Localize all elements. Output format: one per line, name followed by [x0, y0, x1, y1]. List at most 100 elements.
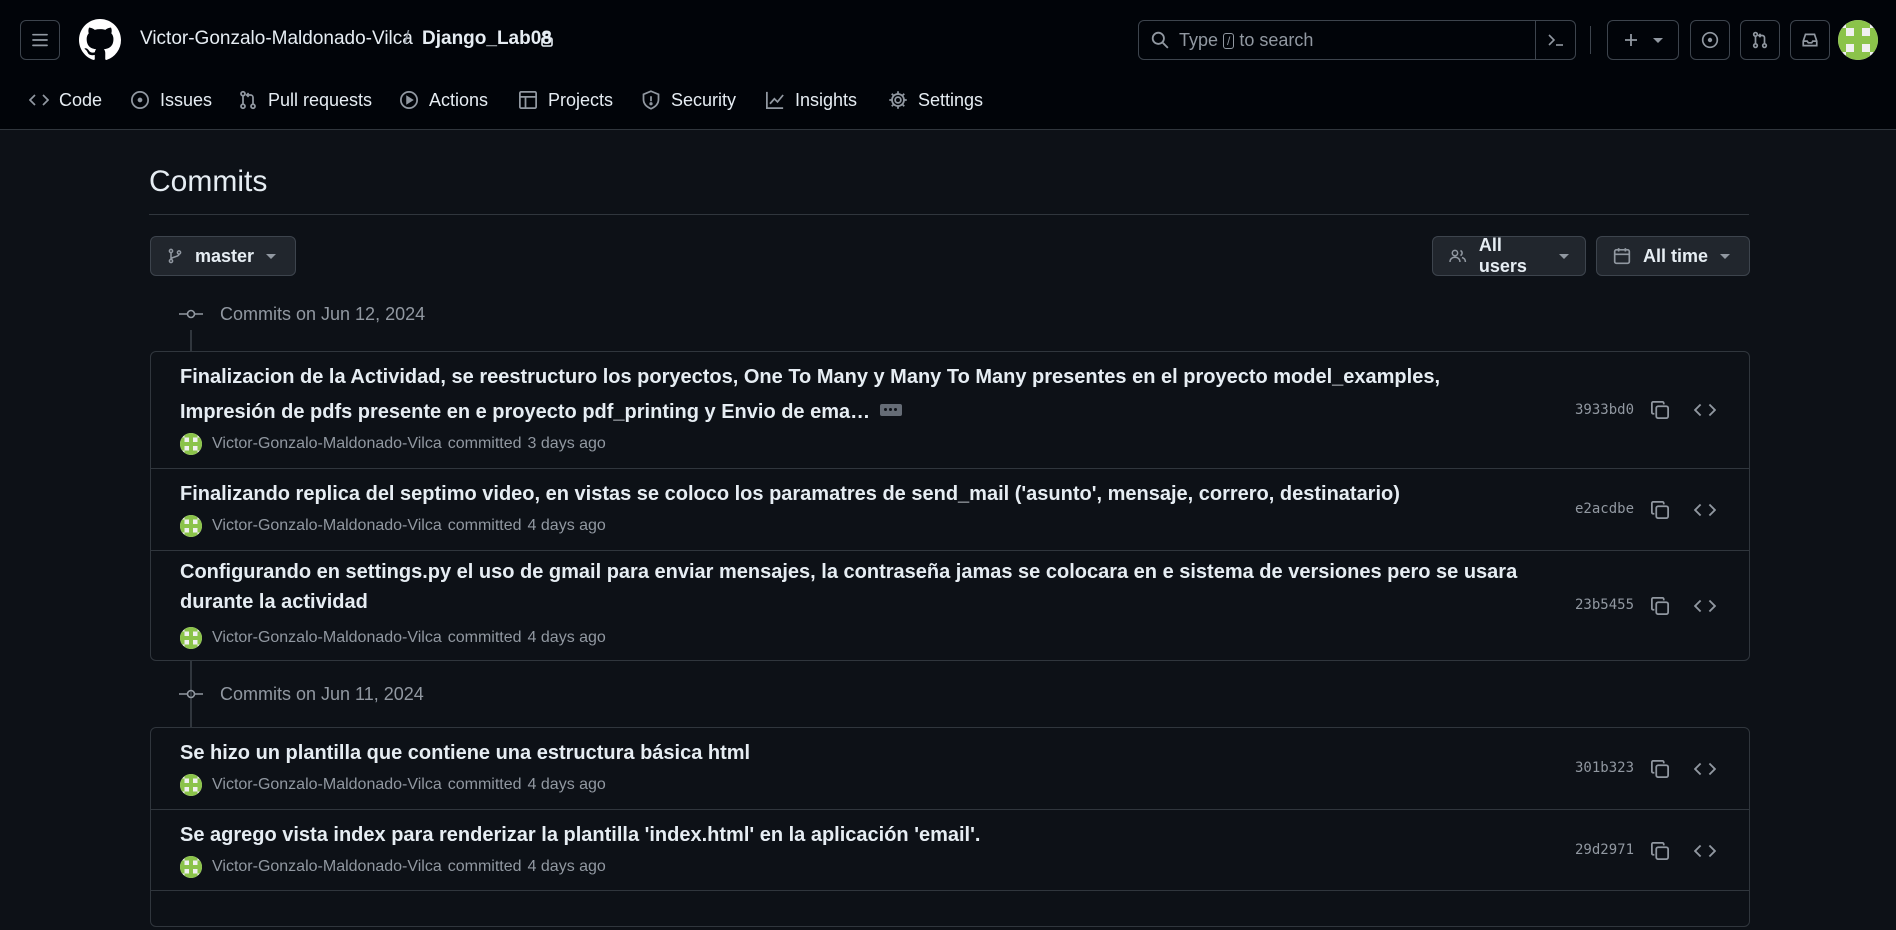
branch-selector-button[interactable]: master [150, 236, 296, 276]
timeline-connector [190, 330, 192, 352]
identicon-avatar-icon [180, 627, 202, 649]
commit-group-date: Commits on Jun 12, 2024 [220, 303, 426, 324]
git-pull-request-icon [240, 90, 256, 110]
tab-settings[interactable]: Settings [888, 88, 983, 112]
browse-files-icon[interactable] [1694, 401, 1716, 419]
commit-meta: Victor-Gonzalo-Maldonado-Vilca committed… [180, 515, 606, 537]
inbox-icon [1802, 33, 1818, 47]
commit-group-heading: Commits on Jun 11, 2024 [178, 682, 424, 706]
time-filter-button[interactable]: All time [1596, 236, 1750, 276]
copy-icon[interactable] [1650, 841, 1670, 861]
issues-button[interactable] [1690, 20, 1730, 60]
copy-icon[interactable] [1650, 596, 1670, 616]
author-link[interactable]: Victor-Gonzalo-Maldonado-Vilca [212, 858, 442, 876]
tab-projects[interactable]: Projects [518, 88, 613, 112]
inbox-button[interactable] [1790, 20, 1830, 60]
author-link[interactable]: Victor-Gonzalo-Maldonado-Vilca [212, 629, 442, 647]
commit-message-line[interactable]: Se agrego vista index para renderizar la… [180, 824, 980, 846]
commit-message[interactable]: Se agrego vista index para renderizar la… [180, 818, 1600, 853]
author-avatar[interactable] [180, 433, 202, 455]
author-avatar[interactable] [180, 515, 202, 537]
calendar-icon [1613, 248, 1631, 265]
issues-icon [1701, 31, 1719, 49]
chevron-down-icon [1720, 253, 1731, 259]
issue-opened-icon [131, 91, 149, 109]
commit-row: Finalizacion de la Actividad, se reestru… [151, 352, 1749, 468]
lock-icon [540, 31, 554, 47]
commit-time: 4 days ago [527, 858, 606, 875]
table-icon [519, 91, 537, 109]
browse-files-icon[interactable] [1694, 842, 1716, 860]
people-icon [1449, 249, 1467, 263]
chevron-down-icon [266, 253, 277, 259]
commit-message-line[interactable]: durante la actividad [180, 591, 368, 613]
browse-files-icon[interactable] [1694, 597, 1716, 615]
commit-message-line[interactable]: Se hizo un plantilla que contiene una es… [180, 742, 750, 764]
tab-security[interactable]: Security [641, 88, 736, 112]
commit-message-line[interactable]: Configurando en settings.py el uso de gm… [180, 561, 1517, 583]
breadcrumb-separator: / [404, 28, 410, 49]
author-avatar[interactable] [180, 856, 202, 878]
identicon-avatar-icon [1838, 20, 1878, 60]
commit-message-line[interactable]: Finalizando replica del septimo video, e… [180, 483, 1400, 505]
commit-message[interactable]: Configurando en settings.py el uso de gm… [180, 557, 1600, 617]
commit-time: 3 days ago [527, 435, 606, 452]
users-filter-button[interactable]: All users [1432, 235, 1586, 276]
tab-actions[interactable]: Actions [399, 88, 488, 112]
commit-sha-link[interactable]: 29d2971 [1575, 842, 1634, 858]
commit-message[interactable]: Se hizo un plantilla que contiene una es… [180, 736, 1600, 771]
author-link[interactable]: Victor-Gonzalo-Maldonado-Vilca [212, 517, 442, 535]
tab-code[interactable]: Code [29, 88, 102, 112]
git-commit-icon [179, 309, 203, 319]
command-palette-button[interactable] [1535, 21, 1575, 59]
pull-requests-button[interactable] [1740, 20, 1780, 60]
commit-row: Configurando en settings.py el uso de gm… [151, 550, 1749, 661]
copy-icon[interactable] [1650, 759, 1670, 779]
author-avatar[interactable] [180, 627, 202, 649]
search-icon [1151, 31, 1169, 49]
identicon-avatar-icon [180, 856, 202, 878]
commit-action: committed [447, 435, 522, 452]
commit-row: Se hizo un plantilla que contiene una es… [151, 728, 1749, 809]
commit-sha-link[interactable]: 3933bd0 [1575, 402, 1634, 418]
menu-button[interactable] [20, 20, 60, 60]
copy-icon[interactable] [1650, 400, 1670, 420]
author-link[interactable]: Victor-Gonzalo-Maldonado-Vilca [212, 776, 442, 794]
browse-files-icon[interactable] [1694, 501, 1716, 519]
create-new-button[interactable] [1607, 20, 1679, 60]
commit-message-line[interactable]: Finalizacion de la Actividad, se reestru… [180, 366, 1440, 388]
copy-icon[interactable] [1650, 500, 1670, 520]
github-logo-icon[interactable] [79, 19, 121, 61]
expand-message-button[interactable] [880, 403, 903, 416]
commit-meta: Victor-Gonzalo-Maldonado-Vilca committed… [180, 433, 606, 455]
tab-settings-label: Settings [918, 89, 984, 110]
search-input[interactable]: Type / to search [1138, 20, 1576, 60]
tab-projects-label: Projects [548, 89, 614, 110]
tab-insights-label: Insights [795, 89, 858, 110]
commit-meta: Victor-Gonzalo-Maldonado-Vilca committed… [180, 774, 606, 796]
chevron-down-icon [1559, 253, 1569, 259]
author-link[interactable]: Victor-Gonzalo-Maldonado-Vilca [212, 435, 442, 453]
tab-pull-requests[interactable]: Pull requests [238, 88, 372, 112]
repo-name-link[interactable]: Django_Lab08 [422, 28, 552, 50]
commit-sha-link[interactable]: 301b323 [1575, 760, 1634, 776]
commit-sha-link[interactable]: e2acdbe [1575, 501, 1634, 517]
commit-group-heading: Commits on Jun 12, 2024 [178, 302, 425, 326]
commit-message-line[interactable]: Impresión de pdfs presente en e proyecto… [180, 401, 870, 423]
search-placeholder-suffix: to search [1239, 30, 1314, 50]
tab-issues[interactable]: Issues [130, 88, 212, 112]
search-placeholder-prefix: Type [1179, 30, 1219, 50]
repo-owner-link[interactable]: Victor-Gonzalo-Maldonado-Vilca [140, 28, 413, 50]
commit-message[interactable]: Finalizando replica del septimo video, e… [180, 477, 1600, 512]
commit-sha-link[interactable]: 23b5455 [1575, 597, 1634, 613]
author-avatar[interactable] [180, 774, 202, 796]
commit-action: committed [447, 776, 522, 793]
graph-icon [766, 91, 784, 109]
tab-insights[interactable]: Insights [765, 88, 857, 112]
gear-icon [889, 91, 907, 109]
browse-files-icon[interactable] [1694, 760, 1716, 778]
shield-icon [642, 90, 660, 110]
users-filter-label: All users [1478, 235, 1527, 276]
commit-message[interactable]: Finalizacion de la Actividad, se reestru… [180, 360, 1600, 430]
user-avatar[interactable] [1838, 20, 1878, 60]
